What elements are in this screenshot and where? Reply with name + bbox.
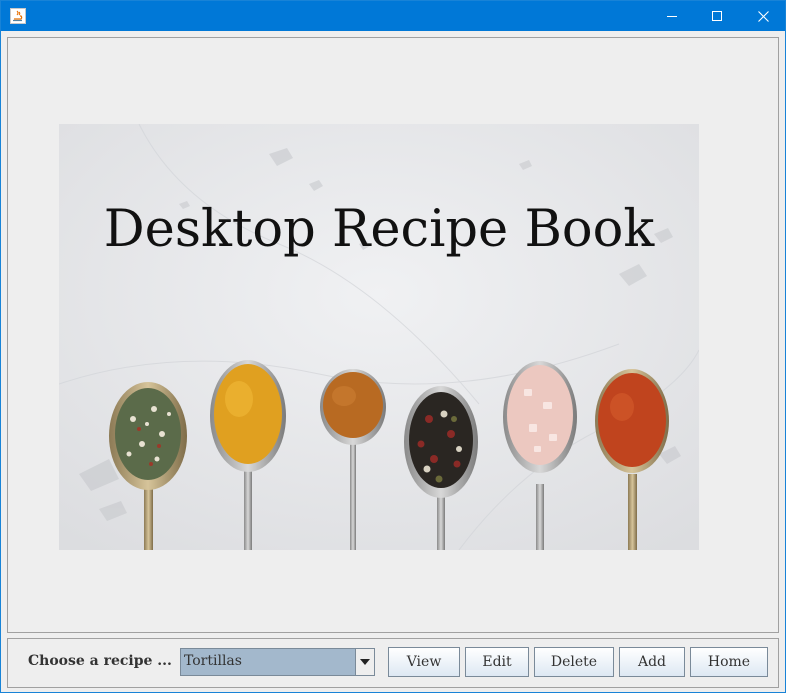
minimize-button[interactable] (649, 1, 695, 31)
choose-recipe-label: Choose a recipe ... (28, 653, 172, 669)
close-button[interactable] (740, 1, 786, 31)
recipe-select[interactable]: Tortillas (180, 648, 375, 676)
title-bar[interactable] (1, 1, 785, 31)
spice-spoons-image (59, 124, 699, 550)
maximize-button[interactable] (694, 1, 740, 31)
minimize-icon (666, 15, 677, 17)
delete-button[interactable]: Delete (534, 647, 614, 677)
recipe-select-value: Tortillas (184, 653, 242, 669)
bottom-toolbar: Choose a recipe ... Tortillas View Edit … (7, 638, 779, 688)
hero-title: Desktop Recipe Book (103, 200, 655, 259)
chevron-down-icon[interactable] (355, 649, 374, 675)
app-window: Desktop Recipe Book Choose a recipe ... … (0, 0, 786, 693)
close-icon (757, 10, 769, 22)
home-button[interactable]: Home (690, 647, 768, 677)
java-icon[interactable] (10, 8, 26, 24)
add-button[interactable]: Add (619, 647, 685, 677)
view-button[interactable]: View (388, 647, 460, 677)
content-panel: Desktop Recipe Book (7, 37, 779, 633)
hero-image: Desktop Recipe Book (59, 124, 699, 550)
maximize-icon (711, 10, 722, 21)
edit-button[interactable]: Edit (465, 647, 529, 677)
